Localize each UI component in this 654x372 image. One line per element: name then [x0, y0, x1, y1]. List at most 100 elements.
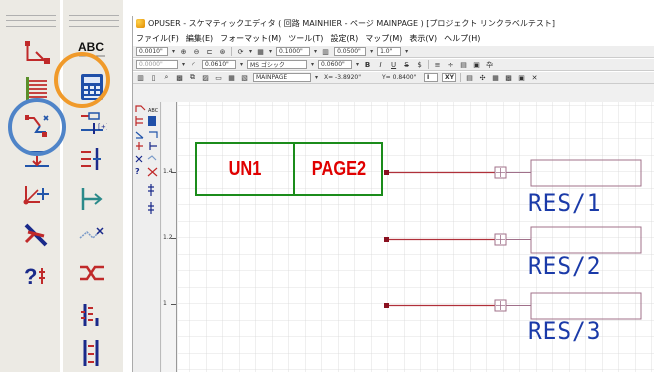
no-connect-icon: [79, 227, 104, 240]
snap-value-field[interactable]: 0.1000": [276, 47, 311, 56]
palette-column-right: ABC [+: [63, 0, 123, 372]
draw-net-tool[interactable]: [18, 34, 56, 72]
text-tool[interactable]: ABC: [73, 30, 111, 68]
font-select[interactable]: MS ゴシック: [247, 60, 308, 69]
junction-tool[interactable]: [18, 178, 56, 216]
close-icon[interactable]: ✕: [530, 73, 539, 82]
menu-format[interactable]: フォーマット(M): [220, 33, 281, 44]
title-bar: OPUSER - スケマティックエディタ ( 回路 MAINHIER - ページ…: [133, 16, 654, 31]
menu-edit[interactable]: 編集(E): [186, 33, 213, 44]
underline-button[interactable]: U: [389, 60, 398, 69]
axis-select[interactable]: XY: [442, 73, 457, 82]
properties-icon[interactable]: ▤: [465, 73, 474, 82]
dropdown-arrow-icon[interactable]: ▾: [315, 74, 318, 81]
menu-tools[interactable]: ツール(T): [288, 33, 323, 44]
dropdown-arrow-icon[interactable]: ▾: [356, 61, 359, 68]
dropdown-arrow-icon[interactable]: ▾: [240, 61, 243, 68]
zoom-fit-icon[interactable]: ⊏: [205, 47, 214, 56]
calculator-tool[interactable]: [73, 68, 111, 106]
title-block-cell-page: PAGE2: [311, 157, 367, 180]
menu-map[interactable]: マップ(M): [365, 33, 402, 44]
separator: [231, 47, 233, 56]
ruler-tick: [171, 172, 176, 173]
component-icon[interactable]: ▥: [136, 73, 145, 82]
refresh-icon[interactable]: ⟳: [236, 47, 245, 56]
toolbar-grid: 0.0010" ▾ ⊕ ⊖ ⊏ ⊛ ⟳ ▾ ▦ ▾ 0.1000" ▾ ▥ 0.…: [133, 45, 654, 58]
zoom-window-icon[interactable]: ⊛: [218, 47, 227, 56]
no-connect-tool[interactable]: [73, 216, 111, 254]
check-icon[interactable]: ▦: [227, 73, 236, 82]
query-tool[interactable]: ?: [18, 256, 56, 294]
dropdown-arrow-icon[interactable]: ▾: [370, 48, 373, 55]
page-select[interactable]: MAINPAGE: [253, 73, 311, 82]
schematic-canvas[interactable]: UN1 PAGE2 RES/1 RES/2 RES/3: [178, 102, 654, 372]
swap-tool[interactable]: [73, 254, 111, 292]
export-icon[interactable]: ▧: [240, 73, 249, 82]
netlist-icon[interactable]: ▩: [504, 73, 513, 82]
align-icon[interactable]: ≡: [433, 60, 442, 69]
menu-view[interactable]: 表示(V): [409, 33, 437, 44]
pin-tool[interactable]: [+]: [73, 104, 111, 142]
tool-palette: ? ABC [+: [0, 0, 125, 372]
component-ref-res3[interactable]: RES/3: [528, 317, 601, 345]
fraction-icon[interactable]: ÷: [446, 60, 455, 69]
dropdown-arrow-icon[interactable]: ▾: [314, 48, 317, 55]
palette-grip[interactable]: [6, 15, 56, 27]
dropdown-arrow-icon[interactable]: ▾: [311, 61, 314, 68]
dollar-icon[interactable]: $: [415, 60, 424, 69]
hierarchy-tool[interactable]: [18, 140, 56, 178]
bold-button[interactable]: B: [363, 60, 372, 69]
image-icon[interactable]: ▨: [201, 73, 210, 82]
dropdown-arrow-icon[interactable]: ▾: [172, 48, 175, 55]
bus-entry-icon: [83, 340, 99, 366]
italic-button[interactable]: I: [376, 60, 385, 69]
search-icon[interactable]: ⌕: [162, 73, 171, 82]
mini-tool-icons: ABC ?: [135, 105, 159, 214]
menu-help[interactable]: ヘルプ(H): [444, 33, 480, 44]
new-page-icon[interactable]: ▯: [149, 73, 158, 82]
arc-value-field[interactable]: 0.0610": [202, 60, 237, 69]
bus-entry-tool[interactable]: [73, 334, 111, 372]
settings-icon[interactable]: ✣: [478, 73, 487, 82]
pitch-icon[interactable]: ▥: [321, 47, 330, 56]
component-ref-res2[interactable]: RES/2: [528, 252, 601, 280]
dropdown-arrow-icon[interactable]: ▾: [269, 48, 272, 55]
menu-file[interactable]: ファイル(F): [136, 33, 179, 44]
question-icon: ?: [24, 264, 45, 289]
line-width-field[interactable]: 0.0000": [136, 60, 178, 69]
arc-icon[interactable]: ◜: [189, 60, 198, 69]
library-icon[interactable]: ▩: [175, 73, 184, 82]
dropdown-arrow-icon[interactable]: ▾: [182, 61, 185, 68]
pitch-value-field-2[interactable]: 1.0": [377, 47, 402, 56]
dropdown-arrow-icon[interactable]: ▾: [249, 48, 252, 55]
mode-select[interactable]: I: [424, 73, 439, 82]
bus-tool[interactable]: [18, 70, 56, 108]
ruler-tick: [171, 304, 176, 305]
palette-grip[interactable]: [69, 15, 119, 27]
port-tool[interactable]: [73, 180, 111, 218]
frame-icon[interactable]: ▣: [472, 60, 481, 69]
text-frame-icon[interactable]: ▭: [214, 73, 223, 82]
grid-value-field[interactable]: 0.0010": [136, 47, 168, 56]
zoom-in-icon[interactable]: ⊕: [179, 47, 188, 56]
dropdown-arrow-icon[interactable]: ▾: [405, 48, 408, 55]
strike-button[interactable]: S: [402, 60, 411, 69]
component-ref-res1[interactable]: RES/1: [528, 189, 601, 217]
svg-text:?: ?: [24, 264, 37, 289]
pitch-value-field[interactable]: 0.0500": [334, 47, 367, 56]
layers-icon[interactable]: ▦: [491, 73, 500, 82]
pin-array-tool[interactable]: [73, 296, 111, 334]
copy-icon[interactable]: ⧉: [188, 73, 197, 82]
page-title-block[interactable]: UN1 PAGE2: [195, 142, 383, 196]
pin-toolbar-icon[interactable]: 卆: [485, 60, 494, 69]
app-icon: [136, 19, 145, 28]
menu-settings[interactable]: 設定(R): [330, 33, 358, 44]
add-pin-tool[interactable]: [73, 140, 111, 178]
layer-icon[interactable]: ▤: [459, 60, 468, 69]
font-size-field[interactable]: 0.0600": [318, 60, 353, 69]
delete-net-tool[interactable]: [18, 216, 56, 254]
zoom-out-icon[interactable]: ⊖: [192, 47, 201, 56]
junction-icon: [23, 186, 49, 205]
grid-icon[interactable]: ▦: [256, 47, 265, 56]
chip-icon[interactable]: ▣: [517, 73, 526, 82]
